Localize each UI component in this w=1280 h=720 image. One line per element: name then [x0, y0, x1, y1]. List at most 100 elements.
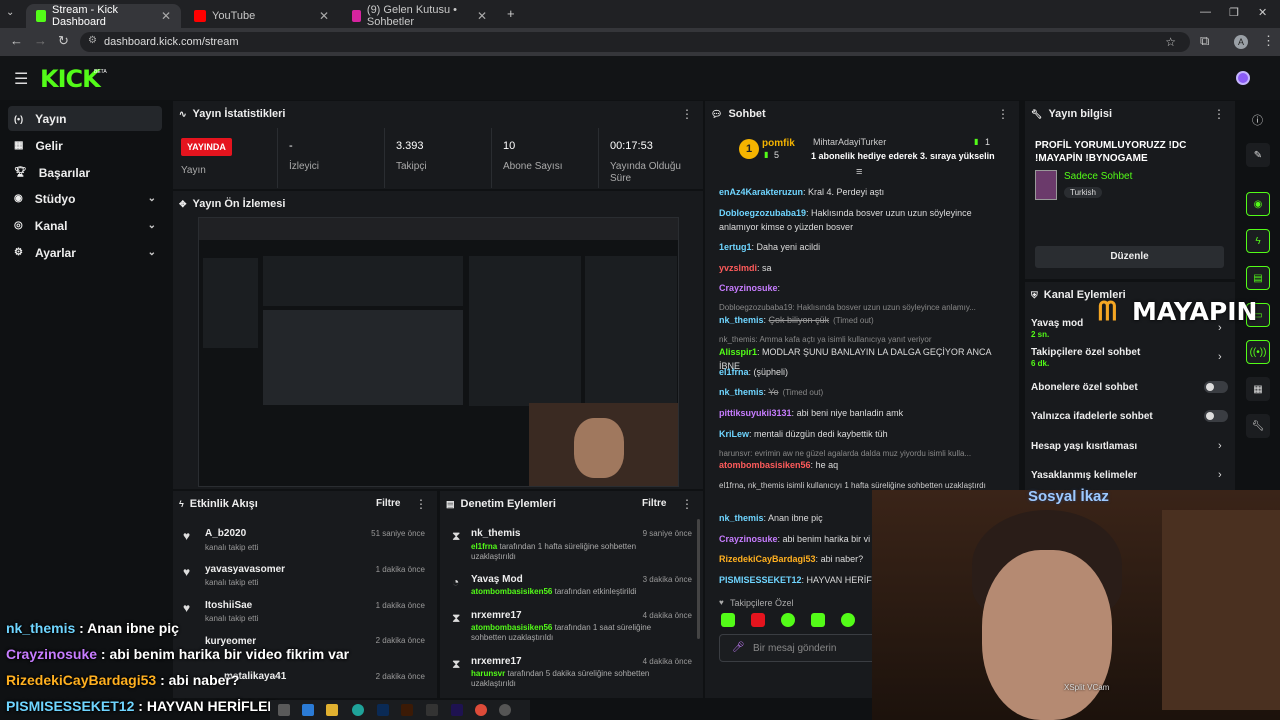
emote-icon[interactable]	[841, 613, 855, 627]
more-options-icon[interactable]: ⋮	[415, 497, 427, 511]
site-info-icon[interactable]: ⚙	[88, 35, 97, 46]
address-bar[interactable]: ⚙ dashboard.kick.com/stream ☆	[80, 32, 1190, 52]
category-link[interactable]: Sadece Sohbet	[1064, 171, 1132, 182]
activity-user[interactable]: yavasyavasomer	[205, 564, 285, 575]
info-icon[interactable]: ⓘ	[1252, 112, 1263, 128]
chat-input[interactable]: 🎤︎ Bir mesaj gönderin	[719, 634, 879, 662]
minimize-icon[interactable]: —	[1200, 6, 1211, 18]
record-icon[interactable]: ◉	[1246, 192, 1270, 216]
moderation-target[interactable]: nk_themis	[471, 528, 520, 539]
chat-username[interactable]: pittiksuyukii3131	[719, 408, 792, 418]
filter-button[interactable]: Filtre	[376, 498, 400, 509]
edit-button[interactable]: Düzenle	[1035, 246, 1224, 268]
tab-instagram[interactable]: (9) Gelen Kutusu • Sohbetler ✕	[342, 4, 497, 28]
moderation-target[interactable]: nrxemre17	[471, 656, 522, 667]
taskbar-app-icon[interactable]	[278, 704, 290, 716]
more-options-icon[interactable]: ⋮	[1213, 107, 1225, 121]
sidebar-item-basarilar[interactable]: 🏆︎ Başarılar	[8, 160, 162, 185]
chat-username[interactable]: PISMISESSEKET12	[719, 575, 802, 585]
chat-username[interactable]: Dobloegzozubaba19	[719, 208, 806, 218]
chat-username[interactable]: yvzslmdi	[719, 263, 757, 273]
chat-username[interactable]: enAz4Karakteruzun	[719, 187, 803, 197]
layout-icon[interactable]: ▦	[1246, 377, 1270, 401]
chat-username[interactable]: nk_themis	[719, 315, 764, 325]
filter-button[interactable]: Filtre	[642, 498, 666, 509]
category-thumbnail[interactable]	[1035, 170, 1057, 200]
scrollbar[interactable]	[697, 519, 700, 639]
chat-username[interactable]: nk_themis	[719, 387, 764, 397]
gifter-name[interactable]: pomfik	[762, 138, 795, 149]
close-tab-icon[interactable]: ✕	[319, 9, 329, 23]
close-tab-icon[interactable]: ✕	[477, 9, 487, 23]
chat-username[interactable]: el1frna	[719, 367, 749, 377]
browser-menu-icon[interactable]: ⋮	[1262, 33, 1275, 49]
hamburger-menu-icon[interactable]: ☰	[14, 69, 28, 89]
new-tab-icon[interactable]: +	[507, 6, 515, 21]
subscribers-only-toggle[interactable]	[1204, 381, 1228, 393]
receiver-name[interactable]: MihtarAdayiTurker	[813, 137, 886, 147]
tab-kick-dashboard[interactable]: Stream - Kick Dashboard ✕	[26, 4, 181, 28]
user-avatar[interactable]	[1236, 71, 1250, 85]
taskbar-app-icon[interactable]	[451, 704, 463, 716]
lightning-icon[interactable]: ϟ	[1246, 229, 1270, 253]
taskbar-app-icon[interactable]	[401, 704, 413, 716]
reload-icon[interactable]: ↻	[58, 33, 69, 49]
wrench-icon[interactable]: 🔧︎	[1246, 414, 1270, 438]
moderation-target[interactable]: nrxemre17	[471, 610, 522, 621]
taskbar-app-icon[interactable]	[326, 704, 338, 716]
chat-username[interactable]: RizedekiCayBardagi53	[719, 554, 816, 564]
close-window-icon[interactable]: ✕	[1258, 6, 1267, 19]
microphone-icon[interactable]: 🎤︎	[732, 642, 745, 653]
account-age-label[interactable]: Hesap yaşı kısıtlaması	[1031, 441, 1137, 452]
forward-icon[interactable]: →	[34, 33, 47, 48]
language-tag[interactable]: Turkish	[1064, 187, 1102, 198]
sidebar-item-gelir[interactable]: ▦ Gelir	[8, 133, 162, 158]
taskbar-app-icon[interactable]	[352, 704, 364, 716]
chat-username[interactable]: KriLew	[719, 429, 749, 439]
kick-logo[interactable]: KICK	[40, 65, 101, 93]
emote-only-toggle[interactable]	[1204, 410, 1228, 422]
bookmark-star-icon[interactable]: ☆	[1165, 35, 1176, 49]
taskbar-app-icon[interactable]	[499, 704, 511, 716]
collapse-pinned-icon[interactable]: ≡	[856, 166, 862, 178]
chevron-right-icon[interactable]: ›	[1218, 351, 1222, 363]
chevron-right-icon[interactable]: ›	[1218, 440, 1222, 452]
taskbar-app-icon[interactable]	[475, 704, 487, 716]
sidebar-item-yayin[interactable]: (•) Yayın	[8, 106, 162, 131]
sidebar-item-kanal[interactable]: ◎ Kanal ⌄	[8, 213, 162, 238]
taskbar-app-icon[interactable]	[426, 704, 438, 716]
broadcast-icon[interactable]: ((•))	[1246, 340, 1270, 364]
back-icon[interactable]: ←	[10, 33, 23, 48]
stream-preview-video[interactable]	[198, 217, 679, 487]
emote-icon[interactable]	[721, 613, 735, 627]
sidebar-item-studyo[interactable]: ◉ Stüdyo ⌄	[8, 186, 162, 211]
chat-username[interactable]: atombombasisiken56	[719, 460, 811, 470]
more-options-icon[interactable]: ⋮	[997, 107, 1009, 121]
followers-only-chat-label[interactable]: Takipçilere özel sohbet	[1031, 347, 1140, 358]
chat-username[interactable]: Crayzinosuke	[719, 534, 778, 544]
emote-icon[interactable]	[751, 613, 765, 627]
restore-icon[interactable]: ❐	[1229, 6, 1239, 19]
chat-username[interactable]: Alisspir1	[719, 347, 757, 357]
pencil-icon[interactable]: ✎	[1246, 143, 1270, 167]
close-tab-icon[interactable]: ✕	[161, 9, 171, 23]
profile-avatar[interactable]: A	[1234, 35, 1248, 49]
emote-icon[interactable]	[781, 613, 795, 627]
taskbar-app-icon[interactable]	[302, 704, 314, 716]
tab-youtube[interactable]: YouTube ✕	[184, 4, 339, 28]
extensions-icon[interactable]: ⧉	[1200, 33, 1209, 49]
sidebar-item-ayarlar[interactable]: ⚙ Ayarlar ⌄	[8, 240, 162, 265]
chat-username[interactable]: nk_themis	[719, 513, 764, 523]
activity-user[interactable]: A_b2020	[205, 528, 246, 539]
tab-search-icon[interactable]: ⌄	[6, 7, 14, 18]
more-options-icon[interactable]: ⋮	[681, 497, 693, 511]
banned-words-label[interactable]: Yasaklanmış kelimeler	[1031, 470, 1137, 481]
moderation-target[interactable]: Yavaş Mod	[471, 574, 523, 585]
clipboard-icon[interactable]: ▤	[1246, 266, 1270, 290]
taskbar-app-icon[interactable]	[377, 704, 389, 716]
chat-username[interactable]: Crayzinosuke	[719, 283, 778, 293]
chat-username[interactable]: 1ertug1	[719, 242, 752, 252]
activity-user[interactable]: ItoshiiSae	[205, 600, 252, 611]
emote-icon[interactable]	[811, 613, 825, 627]
chevron-right-icon[interactable]: ›	[1218, 469, 1222, 481]
